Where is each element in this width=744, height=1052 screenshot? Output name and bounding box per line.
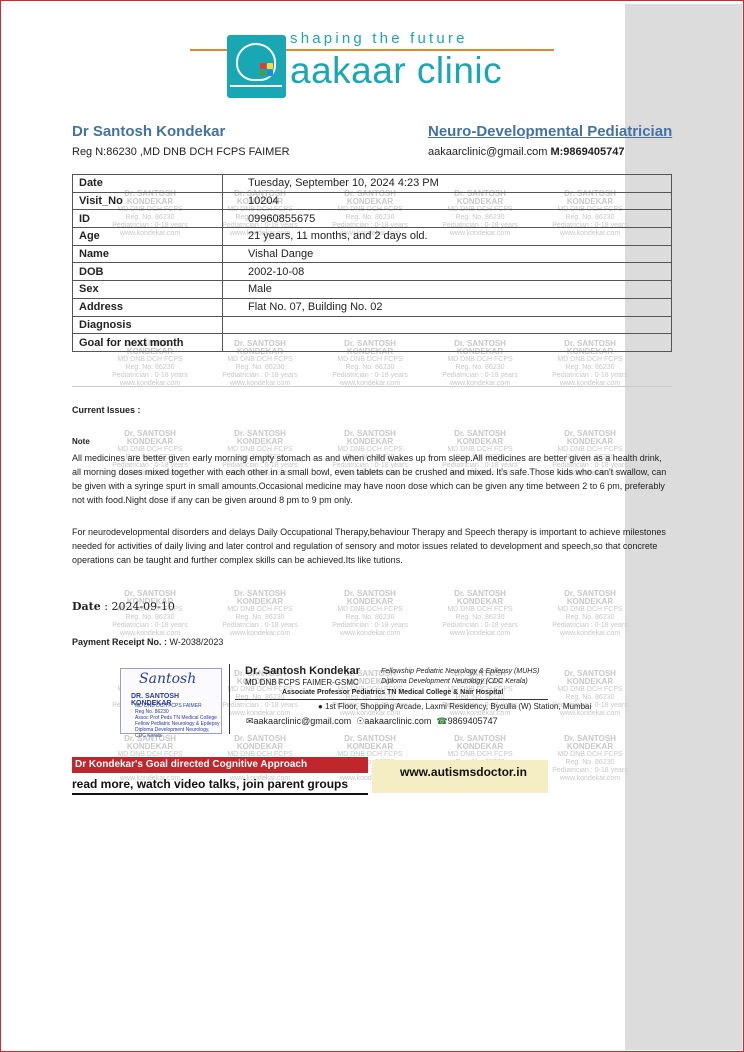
page-border — [0, 0, 744, 1052]
